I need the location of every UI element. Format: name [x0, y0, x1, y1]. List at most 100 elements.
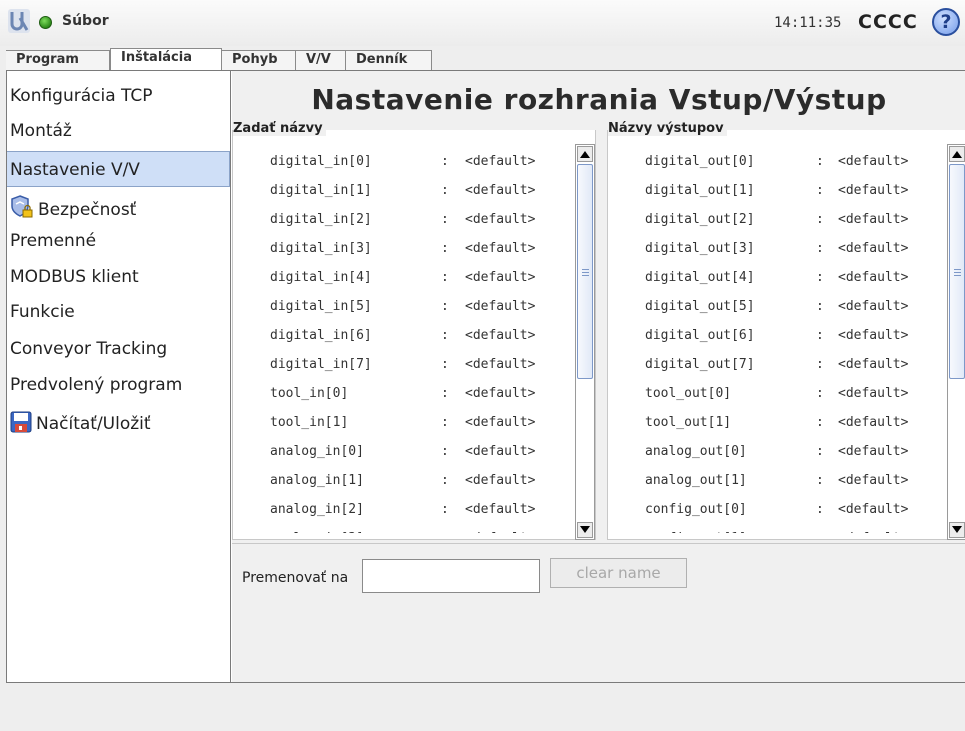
io-name-row[interactable]: analog_out[1]: <default> [608, 467, 946, 496]
io-custom-name: <default> [465, 328, 536, 343]
ur-logo-icon [8, 9, 30, 33]
io-name-row[interactable]: tool_out[1]: <default> [608, 409, 946, 438]
sidebar-item-tcp[interactable]: Konfigurácia TCP [7, 78, 230, 114]
scroll-thumb[interactable] [949, 164, 965, 379]
io-custom-name: <default> [465, 183, 536, 198]
scroll-up-arrow-icon[interactable] [949, 146, 965, 162]
help-icon[interactable]: ? [932, 8, 960, 36]
io-name-row[interactable]: config_out[0]: <default> [608, 496, 946, 525]
io-name-row[interactable]: digital_out[1]: <default> [608, 177, 946, 206]
sidebar-item-default-program[interactable]: Predvolený program [7, 367, 230, 403]
io-signal-name: analog_in[1] [270, 473, 364, 488]
scroll-thumb[interactable] [577, 164, 593, 379]
io-signal-name: digital_out[7] [645, 357, 755, 372]
io-name-row[interactable]: digital_out[7]: <default> [608, 351, 946, 380]
io-custom-name: <default> [465, 154, 536, 169]
io-custom-name: <default> [465, 299, 536, 314]
io-name-row[interactable]: digital_in[6]: <default> [233, 322, 571, 351]
output-list-scrollbar[interactable] [947, 144, 965, 540]
scroll-down-arrow-icon[interactable] [949, 522, 965, 538]
clear-name-button[interactable]: clear name [550, 558, 687, 588]
sidebar-item-variables[interactable]: Premenné [7, 223, 230, 259]
page-title: Nastavenie rozhrania Vstup/Výstup [311, 83, 887, 116]
io-name-row[interactable]: tool_in[0]: <default> [233, 380, 571, 409]
io-name-row[interactable]: digital_in[1]: <default> [233, 177, 571, 206]
rename-panel: Premenovať na clear name [232, 543, 965, 682]
io-custom-name: <default> [838, 183, 909, 198]
floppy-disk-icon [10, 411, 32, 433]
tab-io[interactable]: V/V [296, 50, 346, 70]
io-name-row[interactable]: tool_out[0]: <default> [608, 380, 946, 409]
output-names-group: Názvy výstupov digital_out[0]: <default> d… [607, 121, 965, 540]
tab-log[interactable]: Denník [346, 50, 432, 70]
io-separator: : [441, 154, 449, 169]
io-name-row[interactable]: digital_in[0]: <default> [233, 148, 571, 177]
rename-input[interactable] [362, 559, 540, 593]
io-signal-name: analog_out[0] [645, 444, 747, 459]
app-window: Súbor 14:11:35 CCCC ? Program Inštalácia… [0, 0, 965, 731]
io-separator: : [441, 531, 449, 533]
io-signal-name: digital_in[1] [270, 183, 372, 198]
io-separator: : [816, 212, 824, 227]
grip-icon [582, 269, 589, 276]
scroll-up-arrow-icon[interactable] [577, 146, 593, 162]
sidebar-item-label: Funkcie [10, 302, 75, 322]
io-name-row[interactable]: digital_out[3]: <default> [608, 235, 946, 264]
io-separator: : [441, 328, 449, 343]
io-signal-name: digital_out[2] [645, 212, 755, 227]
io-name-row[interactable]: analog_out[0]: <default> [608, 438, 946, 467]
io-separator: : [816, 328, 824, 343]
io-name-row[interactable]: analog_in[3]: <default> [233, 525, 571, 533]
tab-program[interactable]: Program [6, 50, 110, 70]
sidebar-item-label: Konfigurácia TCP [10, 86, 153, 106]
clock: 14:11:35 [774, 15, 842, 31]
sidebar-item-conveyor[interactable]: Conveyor Tracking [7, 331, 230, 367]
io-custom-name: <default> [838, 299, 909, 314]
io-name-row[interactable]: digital_out[4]: <default> [608, 264, 946, 293]
io-name-row[interactable]: config_out[1]: <default> [608, 525, 946, 533]
io-signal-name: digital_in[2] [270, 212, 372, 227]
tab-installation[interactable]: Inštalácia [110, 48, 222, 70]
sidebar-item-safety[interactable]: Bezpečnosť [7, 187, 230, 223]
top-bar: Súbor 14:11:35 CCCC ? [0, 0, 965, 46]
sidebar-item-features[interactable]: Funkcie [7, 294, 230, 330]
io-name-row[interactable]: digital_in[5]: <default> [233, 293, 571, 322]
io-signal-name: tool_out[0] [645, 386, 732, 401]
io-name-row[interactable]: tool_in[1]: <default> [233, 409, 571, 438]
file-menu[interactable]: Súbor [62, 13, 109, 29]
io-custom-name: <default> [838, 531, 908, 533]
io-name-row[interactable]: analog_in[1]: <default> [233, 467, 571, 496]
io-signal-name: digital_in[6] [270, 328, 372, 343]
io-signal-name: digital_in[4] [270, 270, 372, 285]
io-separator: : [441, 270, 449, 285]
io-name-row[interactable]: analog_in[2]: <default> [233, 496, 571, 525]
io-name-row[interactable]: digital_in[7]: <default> [233, 351, 571, 380]
io-name-row[interactable]: analog_in[0]: <default> [233, 438, 571, 467]
io-custom-name: <default> [838, 357, 909, 372]
sidebar-item-label: Nastavenie V/V [10, 160, 140, 180]
tab-move[interactable]: Pohyb [222, 50, 296, 70]
io-signal-name: digital_out[6] [645, 328, 755, 343]
sidebar-item-load-save[interactable]: Načítať/Uložiť [7, 403, 230, 439]
io-name-row[interactable]: digital_out[5]: <default> [608, 293, 946, 322]
io-signal-name: digital_out[1] [645, 183, 755, 198]
io-name-row[interactable]: digital_in[3]: <default> [233, 235, 571, 264]
io-name-row[interactable]: digital_in[4]: <default> [233, 264, 571, 293]
io-custom-name: <default> [838, 154, 909, 169]
io-custom-name: <default> [838, 386, 909, 401]
sidebar-item-mounting[interactable]: Montáž [7, 113, 230, 149]
io-separator: : [816, 386, 824, 401]
io-name-row[interactable]: digital_out[0]: <default> [608, 148, 946, 177]
io-separator: : [816, 183, 824, 198]
sidebar-item-modbus[interactable]: MODBUS klient [7, 259, 230, 295]
io-name-row[interactable]: digital_out[6]: <default> [608, 322, 946, 351]
io-signal-name: tool_in[0] [270, 386, 349, 401]
shield-lock-icon [11, 195, 33, 218]
sidebar-item-io-setup[interactable]: Nastavenie V/V [7, 151, 230, 187]
io-setup-content: Nastavenie rozhrania Vstup/Výstup Zadať … [232, 71, 965, 682]
scroll-down-arrow-icon[interactable] [577, 522, 593, 538]
io-name-row[interactable]: digital_in[2]: <default> [233, 206, 571, 235]
input-list-scrollbar[interactable] [575, 144, 595, 540]
sidebar-item-label: Načítať/Uložiť [36, 414, 151, 434]
io-name-row[interactable]: digital_out[2]: <default> [608, 206, 946, 235]
